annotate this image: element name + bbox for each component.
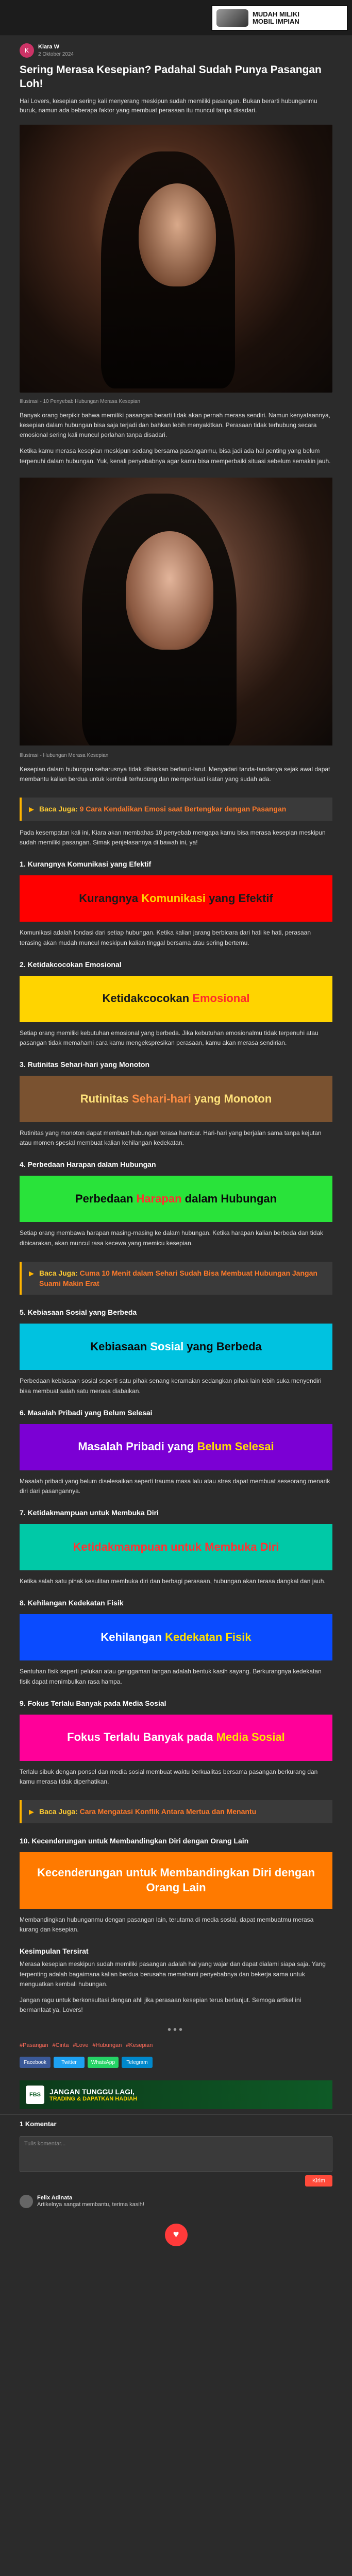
author-row: K Kiara W 2 Oktober 2024 <box>0 36 352 60</box>
read-also-box-1[interactable]: ▶ Baca Juga: 9 Cara Kendalikan Emosi saa… <box>20 798 332 821</box>
section-text-7: Ketika salah satu pihak kesulitan membuk… <box>20 1578 326 1585</box>
heart-icon[interactable]: ♥ <box>164 2223 188 2246</box>
section-banner-8: Kehilangan Kedekatan Fisik <box>20 1614 332 1661</box>
section-text-1: Komunikasi adalah fondasi dari setiap hu… <box>20 929 311 946</box>
read-also-link[interactable]: Cara Mengatasi Konflik Antara Mertua dan… <box>80 1807 257 1816</box>
comment-item: Felix Adinata Artikelnya sangat membantu… <box>0 2191 352 2213</box>
section-title-3: 3. Rutinitas Sehari-hari yang Monoton <box>20 1060 150 1069</box>
tag[interactable]: #Kesepian <box>126 2042 153 2048</box>
bullet-icon: ▶ <box>29 1808 34 1816</box>
section-banner-10: Kecenderungan untuk Membandingkan Diri d… <box>20 1852 332 1909</box>
bullet-icon: ▶ <box>29 1269 34 1277</box>
share-telegram-button[interactable]: Telegram <box>122 2057 153 2069</box>
section-title-7: 7. Ketidakmampuan untuk Membuka Diri <box>20 1509 159 1517</box>
section-text-5: Perbedaan kebiasaan sosial seperti satu … <box>20 1377 322 1395</box>
tag[interactable]: #Cinta <box>53 2042 69 2048</box>
ad-line-2: MOBIL IMPIAN <box>253 18 299 25</box>
ad-logo: FBS <box>26 2086 44 2105</box>
author-avatar[interactable]: K <box>20 43 34 58</box>
section-banner-3: Rutinitas Sehari-hari yang Monoton <box>20 1076 332 1123</box>
section-title-9: 9. Fokus Terlalu Banyak pada Media Sosia… <box>20 1699 166 1707</box>
read-also-label: Baca Juga: <box>39 805 78 814</box>
publish-date: 2 Oktober 2024 <box>38 51 74 57</box>
section-banner-6: Masalah Pribadi yang Belum Selesai <box>20 1423 332 1470</box>
section-banner-7: Ketidakmampuan untuk Membuka Diri <box>20 1524 332 1571</box>
divider-dots: ••• <box>167 2024 185 2036</box>
ad-bottom-line-1: JANGAN TUNGGU LAGI, <box>49 2088 135 2096</box>
article-page: MUDAH MILIKI MOBIL IMPIAN K Kiara W 2 Ok… <box>0 0 352 2262</box>
bullet-icon: ▶ <box>29 805 34 814</box>
section-text-2: Setiap orang memiliki kebutuhan emosiona… <box>20 1029 319 1046</box>
intro-text: Hai Lovers, kesepian sering kali menyera… <box>20 97 317 114</box>
paragraph-4: Pada kesempatan kali ini, Kiara akan mem… <box>20 828 326 846</box>
section-text-10: Membandingkan hubunganmu dengan pasangan… <box>20 1916 314 1934</box>
share-buttons: Facebook Twitter WhatsApp Telegram <box>0 2054 352 2075</box>
section-title-8: 8. Kehilangan Kedekatan Fisik <box>20 1599 124 1607</box>
comment-text: Artikelnya sangat membantu, terima kasih… <box>37 2201 144 2208</box>
author-name[interactable]: Kiara W <box>38 43 74 50</box>
ad-bottom-line-2: TRADING & DAPATKAN HADIAH <box>49 2096 138 2103</box>
secondary-caption: Illustrasi - Hubungan Merasa Kesepian <box>20 752 109 758</box>
ad-line-1: MUDAH MILIKI <box>253 10 299 18</box>
tag[interactable]: #Love <box>73 2042 88 2048</box>
section-banner-4: Perbedaan Harapan dalam Hubungan <box>20 1176 332 1223</box>
bottom-advertisement[interactable]: FBS JANGAN TUNGGU LAGI, TRADING & DAPATK… <box>20 2080 332 2110</box>
section-banner-5: Kebiasaan Sosial yang Berbeda <box>20 1324 332 1370</box>
share-whatsapp-button[interactable]: WhatsApp <box>88 2057 119 2069</box>
section-banner-9: Fokus Terlalu Banyak pada Media Sosial <box>20 1714 332 1761</box>
conclusion-title: Kesimpulan Tersirat <box>20 1947 89 1956</box>
section-text-3: Rutinitas yang monoton dapat membuat hub… <box>20 1129 322 1147</box>
top-bar: MUDAH MILIKI MOBIL IMPIAN <box>0 0 352 36</box>
conclusion-text: Merasa kesepian meskipun sudah memiliki … <box>20 1960 326 1988</box>
read-also-box-3[interactable]: ▶ Baca Juga: Cara Mengatasi Konflik Anta… <box>20 1800 332 1823</box>
section-text-4: Setiap orang membawa harapan masing-masi… <box>20 1229 324 1247</box>
tag[interactable]: #Hubungan <box>92 2042 122 2048</box>
section-title-2: 2. Ketidakcocokan Emosional <box>20 960 122 969</box>
section-banner-2: Ketidakcocokan Emosional <box>20 975 332 1022</box>
section-title-1: 1. Kurangnya Komunikasi yang Efektif <box>20 860 152 869</box>
article-title: Sering Merasa Kesepian? Padahal Sudah Pu… <box>20 64 322 90</box>
paragraph-2: Ketika kamu merasa kesepian meskipun sed… <box>20 447 331 465</box>
comments-heading: 1 Komentar <box>0 2114 352 2133</box>
section-text-8: Sentuhan fisik seperti pelukan atau geng… <box>20 1668 322 1685</box>
secondary-image <box>20 477 332 745</box>
top-advertisement[interactable]: MUDAH MILIKI MOBIL IMPIAN <box>211 5 348 31</box>
share-facebook-button[interactable]: Facebook <box>20 2057 51 2069</box>
comment-input[interactable]: Tulis komentar... <box>20 2136 332 2173</box>
section-title-6: 6. Masalah Pribadi yang Belum Selesai <box>20 1408 153 1417</box>
hero-image <box>20 124 332 393</box>
commenter-avatar <box>20 2195 33 2209</box>
share-twitter-button[interactable]: Twitter <box>54 2057 85 2069</box>
read-also-link[interactable]: 9 Cara Kendalikan Emosi saat Bertengkar … <box>80 805 287 813</box>
section-title-4: 4. Perbedaan Harapan dalam Hubungan <box>20 1160 156 1169</box>
closing-text: Jangan ragu untuk berkonsultasi dengan a… <box>20 1996 301 2014</box>
send-comment-button[interactable]: Kirim <box>305 2175 332 2187</box>
section-text-9: Terlalu sibuk dengan ponsel dan media so… <box>20 1768 318 1785</box>
section-title-5: 5. Kebiasaan Sosial yang Berbeda <box>20 1308 137 1317</box>
hero-caption: Illustrasi - 10 Penyebab Hubungan Merasa… <box>20 398 141 404</box>
paragraph-1: Banyak orang berpikir bahwa memiliki pas… <box>20 411 330 439</box>
tag[interactable]: #Pasangan <box>20 2042 48 2048</box>
paragraph-3: Kesepian dalam hubungan seharusnya tidak… <box>20 765 330 783</box>
section-title-10: 10. Kecenderungan untuk Membandingkan Di… <box>20 1836 249 1845</box>
read-also-link[interactable]: Cuma 10 Menit dalam Sehari Sudah Bisa Me… <box>39 1269 317 1287</box>
section-banner-1: Kurangnya Komunikasi yang Efektif <box>20 875 332 922</box>
car-image <box>216 9 248 27</box>
commenter-name: Felix Adinata <box>37 2195 73 2201</box>
section-text-6: Masalah pribadi yang belum diselesaikan … <box>20 1477 330 1495</box>
read-also-box-2[interactable]: ▶ Baca Juga: Cuma 10 Menit dalam Sehari … <box>20 1261 332 1295</box>
tag-list: #Pasangan #Cinta #Love #Hubungan #Kesepi… <box>0 2039 352 2054</box>
